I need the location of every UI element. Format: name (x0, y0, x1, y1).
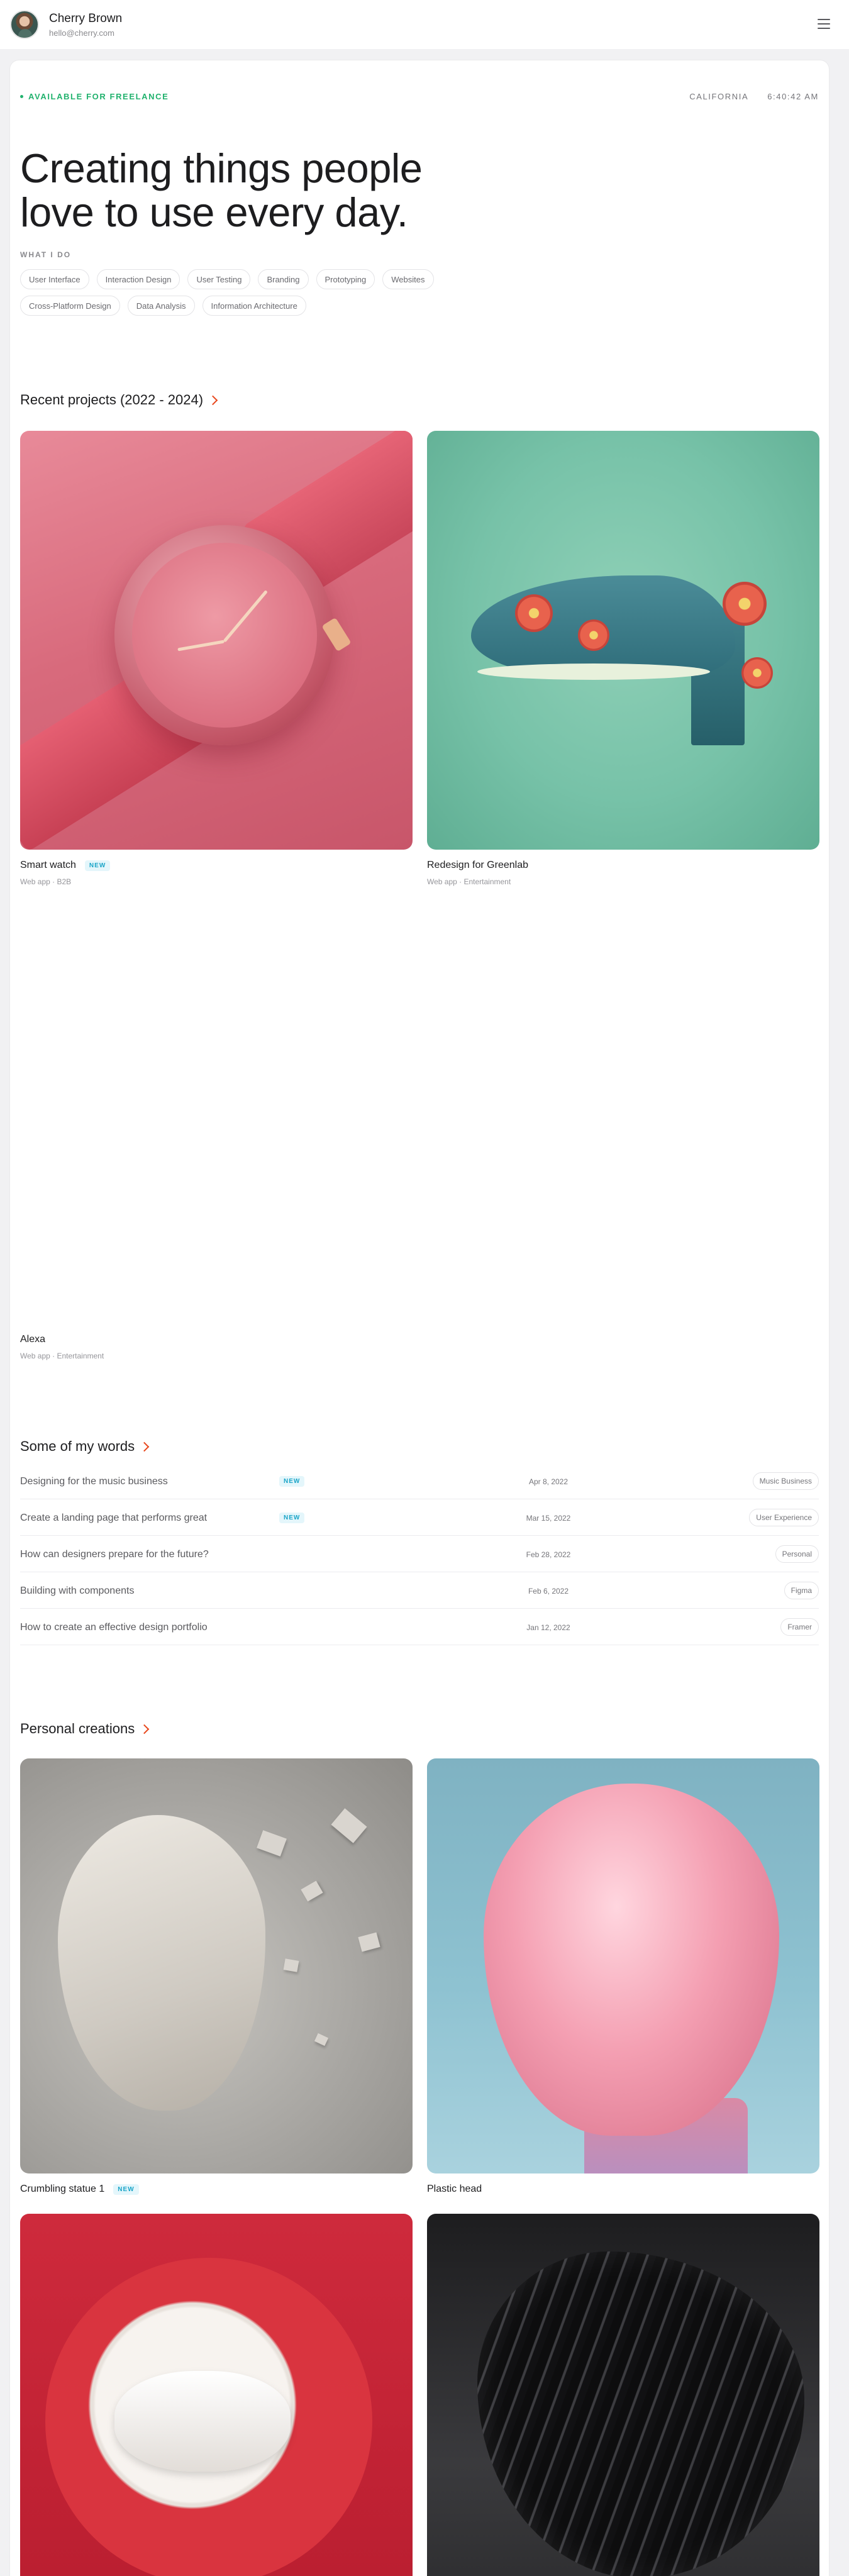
creation-title-row[interactable]: Crumbling statue 1 NEW (20, 2184, 139, 2195)
skill-chip[interactable]: User Interface (20, 269, 89, 289)
post-tag[interactable]: Personal (775, 1545, 819, 1563)
skills-list: User Interface Interaction Design User T… (20, 269, 460, 316)
availability-label: AVAILABLE FOR FREELANCE (28, 92, 169, 101)
menu-icon[interactable] (818, 19, 830, 29)
projects-title: Recent projects (2022 - 2024) (20, 392, 204, 408)
post-row[interactable]: Create a landing page that performs grea… (20, 1500, 819, 1536)
writing-section-title[interactable]: Some of my words (20, 1438, 150, 1455)
post-row[interactable]: Designing for the music business NEW Apr… (20, 1463, 819, 1499)
creation-image-chair[interactable] (20, 2214, 413, 2576)
skill-chip[interactable]: Interaction Design (96, 269, 180, 289)
post-tag[interactable]: Music Business (752, 1472, 819, 1490)
location-time: CALIFORNIA 6:40:42 AM (689, 92, 819, 101)
identity: Cherry Brown hello@cherry.com (49, 12, 122, 38)
skill-chip[interactable]: Cross-Platform Design (20, 296, 120, 316)
status-row: AVAILABLE FOR FREELANCE CALIFORNIA 6:40:… (20, 92, 819, 102)
post-row[interactable]: How to create an effective design portfo… (20, 1609, 819, 1645)
project-image-greenlab[interactable] (427, 431, 819, 850)
post-tag[interactable]: Figma (784, 1582, 819, 1599)
post-date: Feb 28, 2022 (526, 1550, 571, 1559)
project-title: Smart watch (20, 860, 76, 870)
profile-name: Cherry Brown (49, 11, 123, 25)
local-time: 6:40:42 AM (767, 92, 819, 101)
new-badge: NEW (279, 1476, 305, 1487)
skill-chip[interactable]: Data Analysis (127, 296, 195, 316)
post-date: Apr 8, 2022 (528, 1477, 569, 1486)
post-title: How to create an effective design portfo… (20, 1622, 208, 1633)
hero-headline: Creating things people love to use every… (20, 145, 423, 235)
project-title[interactable]: Redesign for Greenlab (427, 860, 528, 871)
post-row[interactable]: Building with components Feb 6, 2022 Fig… (20, 1573, 819, 1609)
chevron-right-icon (208, 395, 218, 406)
avatar[interactable] (10, 10, 39, 39)
post-tag[interactable]: Framer (780, 1618, 819, 1636)
writing-title: Some of my words (20, 1438, 135, 1454)
new-badge: NEW (113, 2184, 139, 2195)
creations-title: Personal creations (20, 1721, 135, 1736)
projects-section-title[interactable]: Recent projects (2022 - 2024) (20, 392, 218, 408)
project-image-smart-watch[interactable] (20, 431, 413, 850)
creations-section-title[interactable]: Personal creations (20, 1721, 150, 1737)
post-date: Jan 12, 2022 (526, 1623, 570, 1632)
skill-chip[interactable]: User Testing (187, 269, 251, 289)
skill-chip[interactable]: Branding (258, 269, 309, 289)
location-label: CALIFORNIA (689, 92, 749, 101)
chevron-right-icon (139, 1441, 150, 1452)
post-title: Create a landing page that performs grea… (20, 1513, 208, 1523)
chevron-right-icon (139, 1724, 150, 1735)
new-badge: NEW (84, 860, 111, 871)
status-dot-icon (20, 95, 23, 98)
creation-title: Crumbling statue 1 (20, 2184, 105, 2194)
skill-chip[interactable]: Prototyping (316, 269, 375, 289)
skill-chip[interactable]: Information Architecture (202, 296, 306, 316)
project-meta: Web app · B2B (20, 877, 72, 886)
creation-image-plastic-head[interactable] (427, 1758, 819, 2174)
post-title: Designing for the music business (20, 1476, 168, 1487)
creation-title[interactable]: Plastic head (427, 2184, 482, 2195)
post-tag[interactable]: User Experience (749, 1509, 819, 1526)
creation-image-crumbling-statue[interactable] (20, 1758, 413, 2174)
skill-chip[interactable]: Websites (382, 269, 434, 289)
availability-status: AVAILABLE FOR FREELANCE (20, 92, 169, 101)
post-title: Building with components (20, 1585, 135, 1596)
post-row[interactable]: How can designers prepare for the future… (20, 1536, 819, 1572)
new-badge: NEW (279, 1513, 305, 1523)
project-meta: Web app · Entertainment (20, 1352, 104, 1360)
post-title: How can designers prepare for the future… (20, 1549, 209, 1560)
post-date: Feb 6, 2022 (528, 1587, 569, 1596)
project-meta: Web app · Entertainment (427, 877, 511, 886)
what-i-do-label: WHAT I DO (20, 250, 72, 259)
main-card: AVAILABLE FOR FREELANCE CALIFORNIA 6:40:… (10, 60, 829, 2576)
creation-image-dark-sculpture[interactable] (427, 2214, 819, 2576)
top-bar: Cherry Brown hello@cherry.com (0, 0, 849, 49)
profile-email[interactable]: hello@cherry.com (49, 28, 122, 38)
project-title-row[interactable]: Smart watch NEW (20, 860, 111, 871)
post-date: Mar 15, 2022 (526, 1514, 571, 1523)
project-title[interactable]: Alexa (20, 1334, 45, 1345)
